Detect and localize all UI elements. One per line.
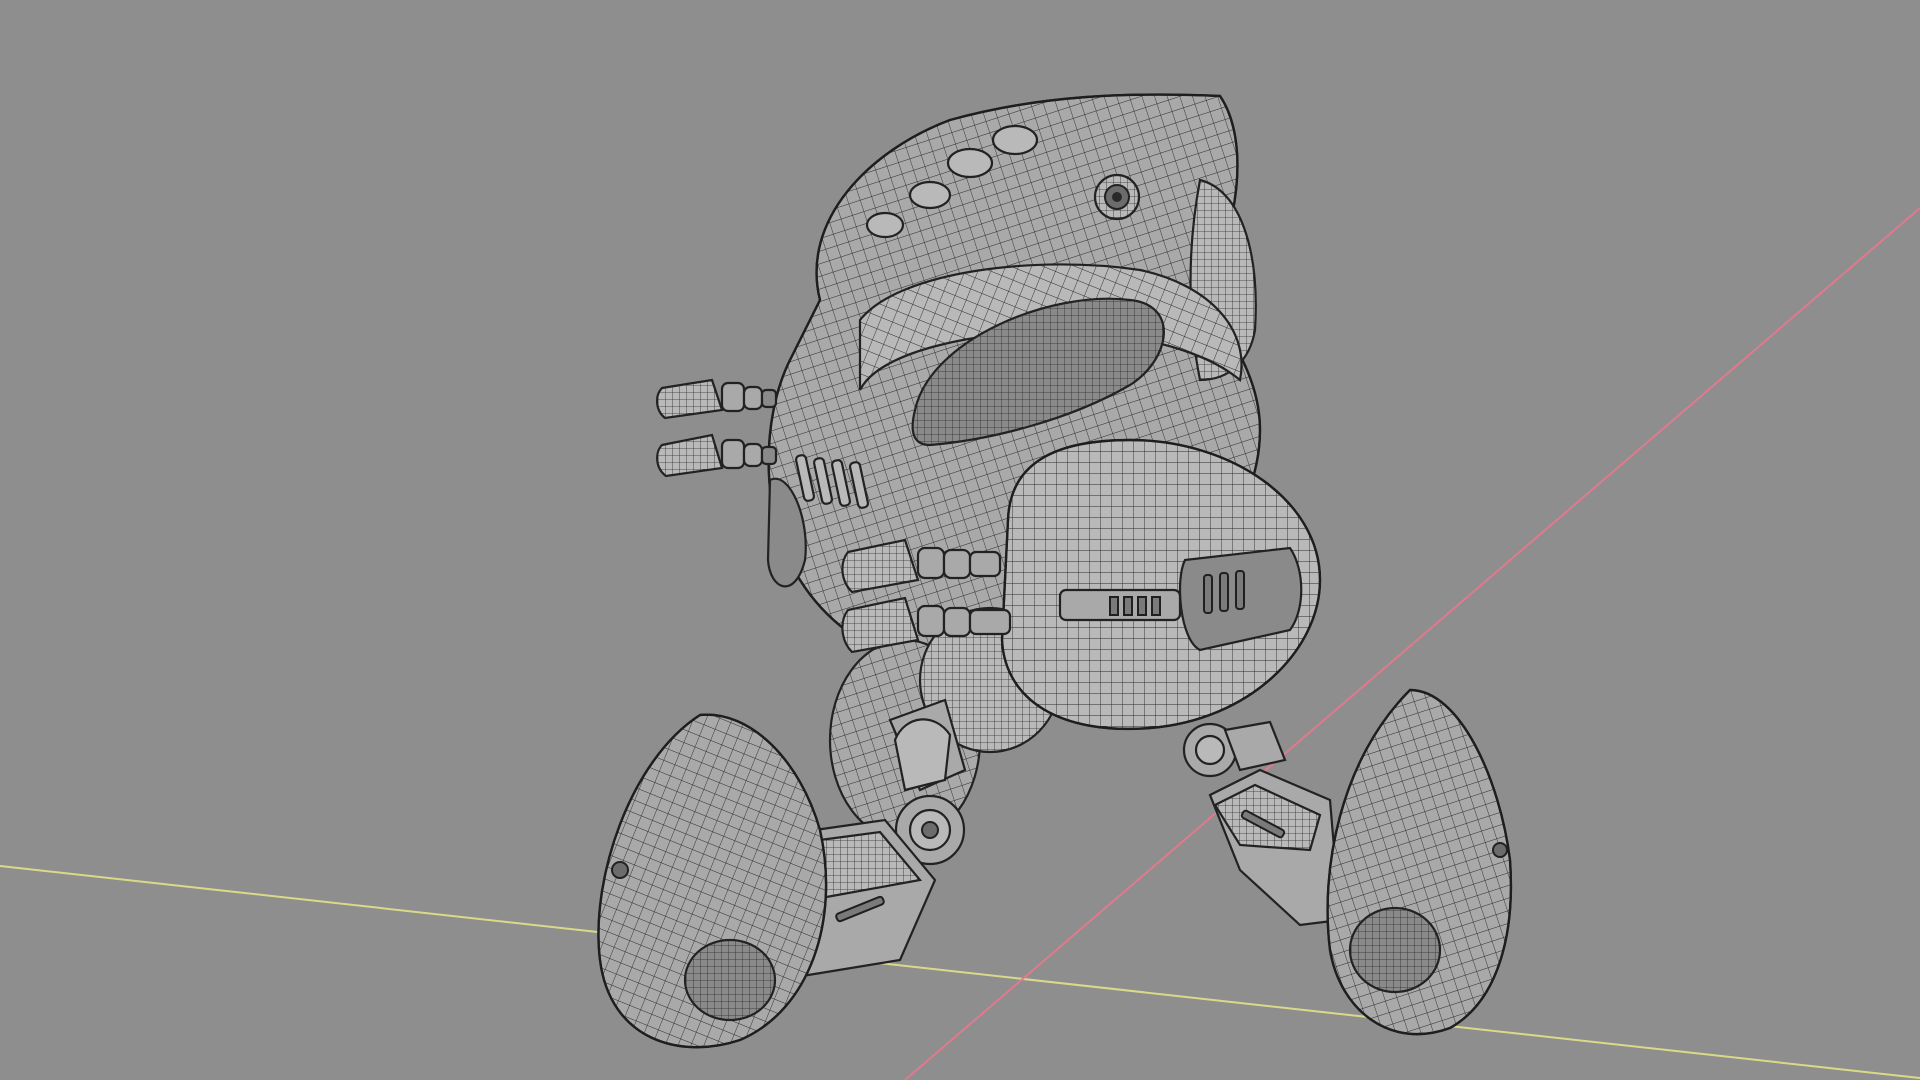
right-shin	[1208, 768, 1342, 927]
viewport-canvas[interactable]	[0, 0, 1920, 1080]
sensor-eye[interactable]	[1093, 173, 1141, 221]
left-foot[interactable]	[597, 713, 828, 1049]
front-pod[interactable]	[1000, 438, 1322, 731]
thruster-upper[interactable]	[656, 378, 778, 420]
right-knee-joint[interactable]	[1182, 720, 1287, 778]
thruster-lower[interactable]	[656, 433, 778, 478]
right-foot[interactable]	[1326, 688, 1513, 1036]
3d-viewport[interactable]	[0, 0, 1920, 1080]
x-axis-line	[0, 865, 1920, 1079]
